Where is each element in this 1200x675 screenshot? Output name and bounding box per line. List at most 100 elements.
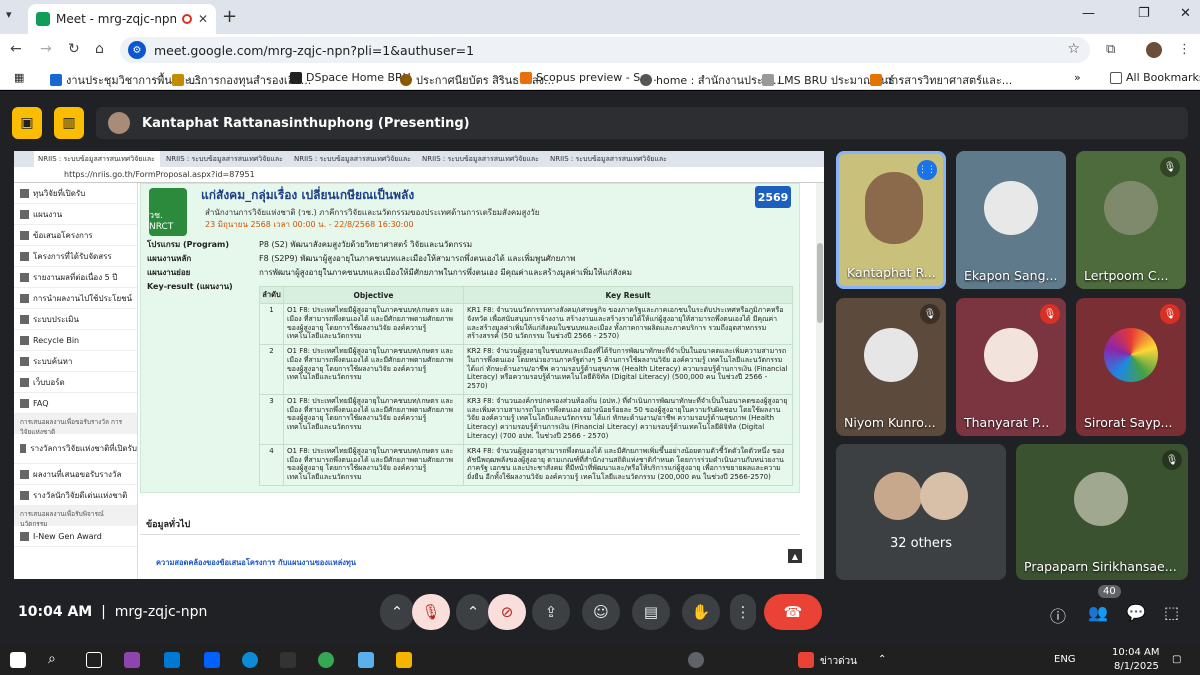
minimize-icon[interactable]: — xyxy=(1082,6,1095,21)
captions-button[interactable]: ▤ xyxy=(632,594,670,630)
taskbar-date[interactable]: 8/1/2025 xyxy=(1114,661,1159,672)
app-icon[interactable] xyxy=(358,652,374,668)
search-icon[interactable]: ⌕ xyxy=(48,651,56,667)
cell-no: 3 xyxy=(259,393,284,445)
present-button[interactable]: ⇪ xyxy=(532,594,570,630)
bookmarks-bar: ▦ งานประชุมวิชาการพื้นประ... บริการกองทุ… xyxy=(0,66,1200,90)
news-label[interactable]: ข่าวด่วน xyxy=(820,654,857,669)
nrct-logo: วช. NRCT xyxy=(149,188,187,236)
scroll-top-icon[interactable]: ▲ xyxy=(788,549,802,563)
bookmark-6[interactable]: home : สำนักงานประกั... xyxy=(640,71,780,89)
file-explorer-icon[interactable] xyxy=(396,652,412,668)
participant-tile[interactable]: 🎙 Lertpoom C... xyxy=(1076,151,1186,289)
tray-chevron-icon[interactable]: ⌃ xyxy=(878,654,886,665)
start-icon[interactable] xyxy=(10,652,26,668)
more-options-button[interactable]: ⋮ xyxy=(730,594,756,630)
apps-grid-icon[interactable]: ▦ xyxy=(14,71,24,84)
subplan-row: แผนงานย่อย การพัฒนาผู้สูงอายุในภาคชนบทและ… xyxy=(147,268,633,277)
sidebar-item: แผนงาน xyxy=(14,204,137,225)
cell-kr: KR4 F8: จำนวนผู้สูงอายุสามารถพึ่งตนเองได… xyxy=(463,443,793,487)
table-row: 4 O1 F8: ประเทศไทยมีผู้สูงอายุในภาคชนบท/เ… xyxy=(259,443,793,487)
meet-favicon-icon xyxy=(36,12,50,26)
presenter-name: Kantaphat Rattanasinthuphong (Presenting… xyxy=(142,115,470,131)
raise-hand-button[interactable]: ✋ xyxy=(682,594,720,630)
chrome-icon[interactable] xyxy=(318,652,334,668)
back-icon[interactable]: ← xyxy=(10,41,22,57)
mic-toggle-button[interactable]: 🎙 xyxy=(412,594,450,630)
bookmark-3[interactable]: DSpace Home BRU xyxy=(290,71,411,84)
taskbar-time[interactable]: 10:04 AM xyxy=(1112,647,1159,658)
forward-icon[interactable]: → xyxy=(40,41,52,57)
sidebar-item: ทุนวิจัยที่เปิดรับ xyxy=(14,183,137,204)
globe-icon xyxy=(640,74,652,86)
participant-name: Kantaphat R... xyxy=(847,265,936,280)
col-objective: Objective xyxy=(283,286,464,304)
task-view-icon[interactable] xyxy=(86,652,102,668)
participant-avatar xyxy=(874,472,922,520)
participant-tile[interactable]: 🎙 Prapaparn Sirikhansae... xyxy=(1016,444,1188,580)
video-options-icon[interactable]: ⌃ xyxy=(456,594,490,630)
outlook-icon[interactable] xyxy=(164,652,180,668)
menu-icon[interactable]: ⋮ xyxy=(1178,42,1191,57)
others-tile[interactable]: 32 others xyxy=(836,444,1006,580)
close-tab-icon[interactable]: ✕ xyxy=(198,12,208,26)
cell-obj: O1 F8: ประเทศไทยมีผู้สูงอายุในภาคชนบท/เก… xyxy=(283,303,464,345)
site-info-icon[interactable]: ⚙ xyxy=(128,41,146,59)
meeting-info-icon[interactable]: ⓘ xyxy=(1050,603,1066,627)
participant-tile[interactable]: ⋮⋮ Kantaphat R... xyxy=(836,151,946,289)
home-icon[interactable]: ⌂ xyxy=(95,41,104,57)
menu-item-icon xyxy=(20,251,29,261)
others-count: 32 others xyxy=(889,536,953,551)
sidebar-item: ผลงานที่เสนอขอรับรางวัล xyxy=(14,464,137,485)
participant-tile[interactable]: 🎙 Sirorat Sayp... xyxy=(1076,298,1186,436)
browser-tab-strip: ▾ Meet - mrg-zqjc-npn ✕ + — ❐ ✕ xyxy=(0,0,1200,34)
cell-no: 4 xyxy=(259,443,284,487)
reload-icon[interactable]: ↻ xyxy=(68,41,80,57)
address-bar[interactable]: ⚙ meet.google.com/mrg-zqjc-npn?pli=1&aut… xyxy=(120,37,1090,63)
people-icon[interactable]: 👥 xyxy=(1088,603,1108,622)
cell-no: 1 xyxy=(259,303,284,345)
tab-search-icon[interactable]: ▾ xyxy=(6,8,22,24)
help-icon[interactable] xyxy=(688,652,704,668)
leave-call-button[interactable]: ☎ xyxy=(764,594,822,630)
audio-options-icon[interactable]: ⌃ xyxy=(380,594,414,630)
close-window-icon[interactable]: ✕ xyxy=(1180,6,1191,21)
participant-tile[interactable]: Ekapon Sang... xyxy=(956,151,1066,289)
chat-icon[interactable]: 💬 xyxy=(1126,603,1146,622)
stop-presenting-icon[interactable]: ▣ xyxy=(12,107,42,139)
sidebar-section-header: การเสนอผลงานเพื่อขอรับรางวัล การวิจัยแห่… xyxy=(14,414,137,436)
maximize-icon[interactable]: ❐ xyxy=(1138,6,1150,21)
sidebar-item: FAQ xyxy=(14,393,137,414)
sidebar-item: รางวัลการวิจัยแห่งชาติที่เปิดรับ xyxy=(14,434,137,464)
menu-item-icon xyxy=(20,469,29,479)
extensions-icon[interactable]: ⧉ xyxy=(1106,42,1115,57)
participant-tile[interactable]: 🎙 Niyom Kunro... xyxy=(836,298,946,436)
copilot-icon[interactable] xyxy=(124,652,140,668)
meet-stage: ▣ ▥ Kantaphat Rattanasinthuphong (Presen… xyxy=(0,91,1200,645)
activities-icon[interactable]: ⬚ xyxy=(1164,603,1179,622)
app-icon[interactable] xyxy=(280,652,296,668)
bookmark-8[interactable]: วารสารวิทยาศาสตร์และ... xyxy=(870,71,1012,89)
profile-avatar[interactable] xyxy=(1146,42,1162,58)
edge-icon[interactable] xyxy=(242,652,258,668)
layout-icon[interactable]: ▥ xyxy=(54,107,84,139)
sidebar-item: ระบบประเมิน xyxy=(14,309,137,330)
reactions-button[interactable]: ☺ xyxy=(582,594,620,630)
project-date: 23 มิถุนายน 2568 เวลา 00:00 น. - 22/8/25… xyxy=(205,220,414,229)
new-tab-button[interactable]: + xyxy=(222,6,237,27)
shared-sidebar: ทุนวิจัยที่เปิดรับ แผนงาน ข้อเสนอโครงการ… xyxy=(14,183,138,579)
bookmark-star-icon[interactable]: ☆ xyxy=(1067,41,1080,57)
bookmark-5[interactable]: Scopus preview - Sc... xyxy=(520,71,657,84)
input-language[interactable]: ENG xyxy=(1054,654,1076,665)
tab-meet[interactable]: Meet - mrg-zqjc-npn ✕ xyxy=(28,4,216,34)
tab-general-info[interactable]: ข้อมูลทั่วไป xyxy=(140,513,800,535)
all-bookmarks[interactable]: All Bookmarks xyxy=(1110,71,1200,84)
participant-tile[interactable]: 🎙 Thanyarat P... xyxy=(956,298,1066,436)
sidebar-item: โครงการที่ได้รับจัดสรร xyxy=(14,246,137,267)
menu-item-icon xyxy=(20,314,29,324)
more-bookmarks-icon[interactable]: » xyxy=(1074,71,1081,84)
dropbox-icon[interactable] xyxy=(204,652,220,668)
camera-toggle-button[interactable]: ⊘ xyxy=(488,594,526,630)
notification-icon[interactable]: ▢ xyxy=(1172,654,1181,665)
address-url: meet.google.com/mrg-zqjc-npn?pli=1&authu… xyxy=(154,42,475,58)
